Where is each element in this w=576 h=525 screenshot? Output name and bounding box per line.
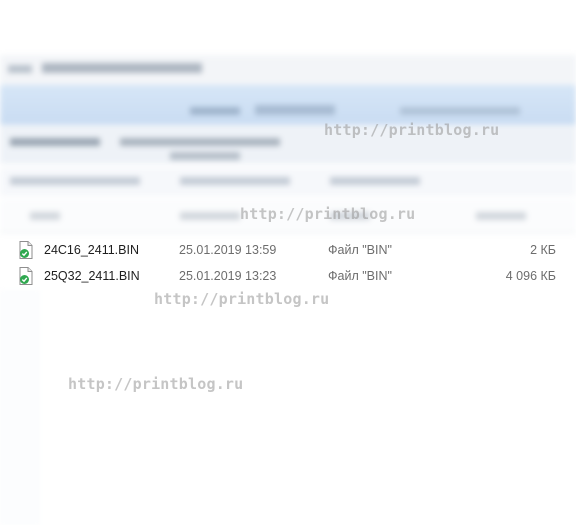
ribbon <box>0 85 576 125</box>
watermark-text: http://printblog.ru <box>154 290 330 308</box>
breadcrumb[interactable] <box>10 138 100 146</box>
toolbar-button[interactable] <box>10 177 140 185</box>
file-name: 24C16_2411.BIN <box>44 243 139 257</box>
file-explorer-window: 24C16_2411.BIN 25.01.2019 13:59 Файл "BI… <box>0 0 576 525</box>
watermark-text: http://printblog.ru <box>240 205 416 223</box>
column-header-name[interactable] <box>30 212 60 220</box>
column-header-date[interactable] <box>180 212 240 220</box>
bin-file-synced-icon <box>19 267 33 285</box>
watermark-text: http://printblog.ru <box>324 121 500 139</box>
file-size: 4 096 КБ <box>505 269 556 283</box>
file-modified-date: 25.01.2019 13:59 <box>179 243 277 257</box>
breadcrumb[interactable] <box>170 152 240 160</box>
file-name: 25Q32_2411.BIN <box>44 269 140 283</box>
watermark-text: http://printblog.ru <box>68 375 244 393</box>
command-toolbar <box>0 168 576 196</box>
title-bar <box>0 55 576 85</box>
bin-file-synced-icon <box>19 241 33 259</box>
breadcrumb[interactable] <box>120 138 280 146</box>
ribbon-item[interactable] <box>190 107 240 115</box>
title-bar-text <box>42 63 202 73</box>
ribbon-item[interactable] <box>400 107 520 115</box>
file-type: Файл "BIN" <box>328 243 392 257</box>
file-modified-date: 25.01.2019 13:23 <box>179 269 277 283</box>
toolbar-button[interactable] <box>180 177 290 185</box>
file-row[interactable]: 25Q32_2411.BIN 25.01.2019 13:23 Файл "BI… <box>0 264 576 290</box>
file-type: Файл "BIN" <box>328 269 392 283</box>
blurred-explorer-chrome <box>0 0 576 236</box>
file-row[interactable]: 24C16_2411.BIN 25.01.2019 13:59 Файл "BI… <box>0 238 576 264</box>
title-bar-icon <box>8 65 32 73</box>
navigation-pane <box>0 290 40 525</box>
file-list: 24C16_2411.BIN 25.01.2019 13:59 Файл "BI… <box>0 238 576 290</box>
column-header-size[interactable] <box>476 212 526 220</box>
file-size: 2 КБ <box>530 243 556 257</box>
toolbar-button[interactable] <box>330 177 420 185</box>
ribbon-item[interactable] <box>255 105 335 115</box>
